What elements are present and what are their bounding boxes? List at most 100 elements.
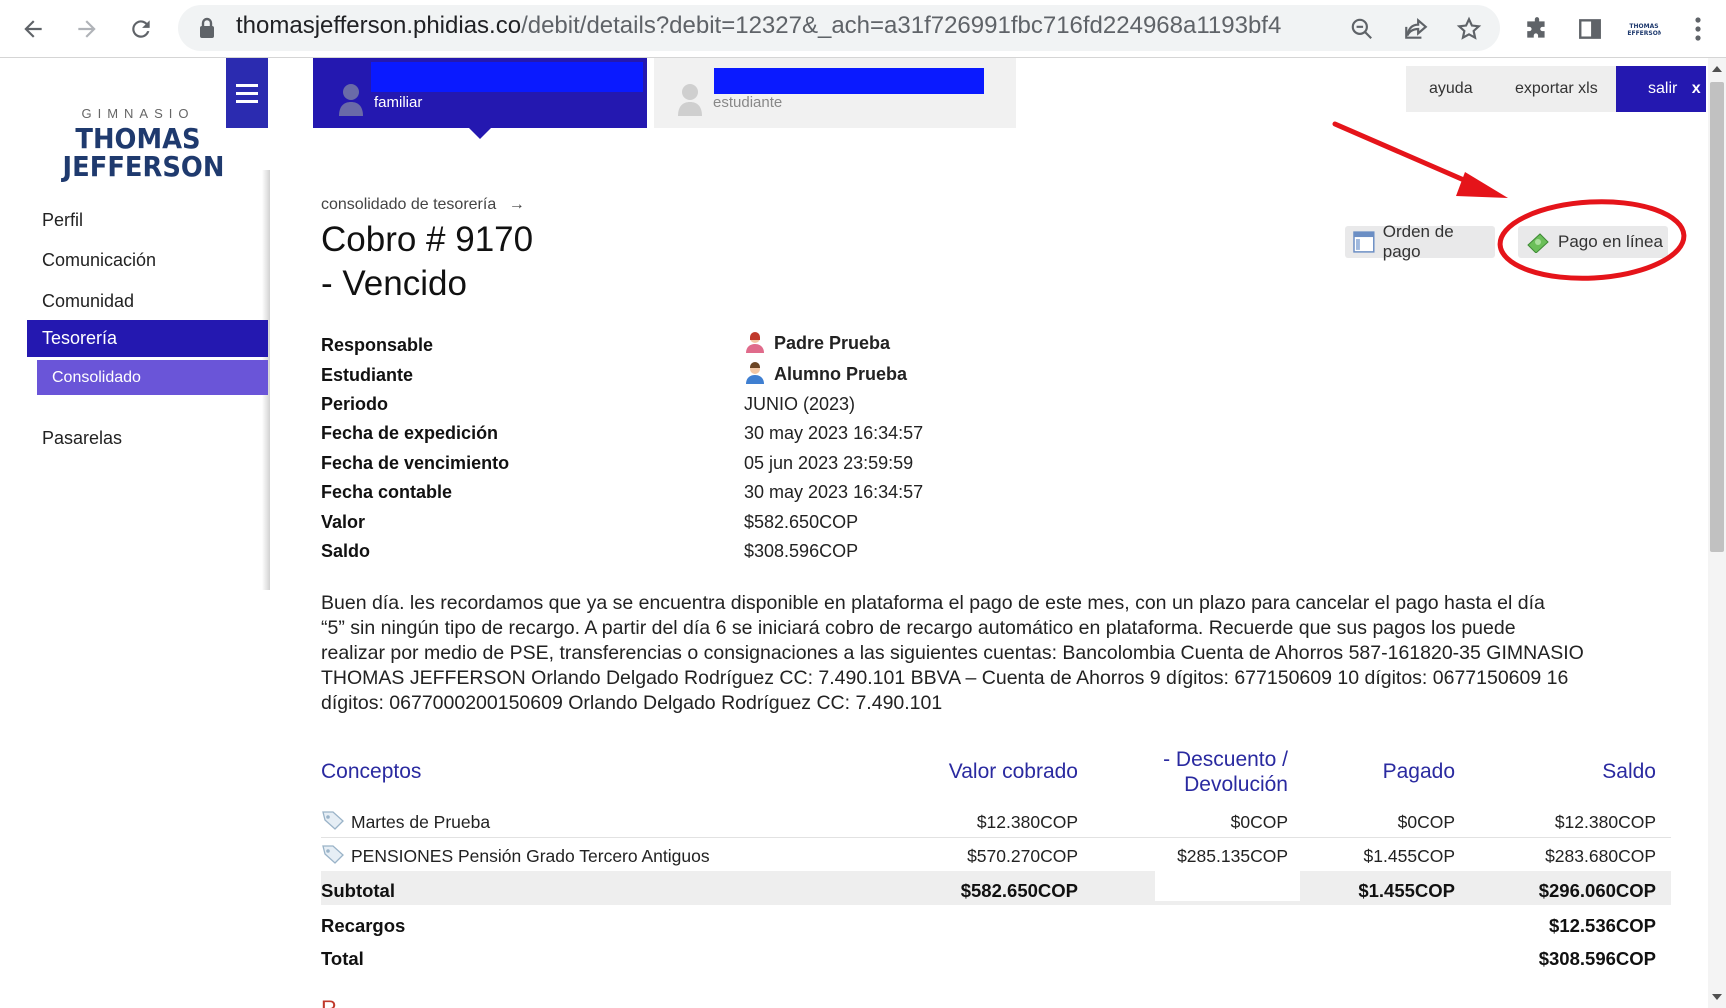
detail-value: 05 jun 2023 23:59:59 <box>744 453 914 473</box>
concept-saldo: $12.380COP <box>1554 812 1656 832</box>
extensions-icon[interactable] <box>1520 12 1554 46</box>
detail-row-periodo: Periodo JUNIO (2023) <box>321 394 855 415</box>
hamburger-menu-button[interactable] <box>226 58 268 128</box>
total-saldo: $308.596COP <box>1538 948 1656 969</box>
sidebar-subitem-consolidado[interactable]: Consolidado <box>37 360 268 395</box>
ayuda-link[interactable]: ayuda <box>1429 80 1473 98</box>
tag-icon <box>322 811 344 830</box>
detail-label: Fecha de vencimiento <box>321 453 510 473</box>
detail-value: $582.650COP <box>744 512 859 532</box>
concept-descuento: $0COP <box>1230 812 1288 832</box>
sidebar-item-comunicacion[interactable]: Comunicación <box>42 250 156 271</box>
detail-label: Responsable <box>321 335 434 355</box>
pago-en-linea-button[interactable]: Pago en línea <box>1518 226 1668 258</box>
redacted-name <box>714 68 984 94</box>
sidebar-item-perfil[interactable]: Perfil <box>42 210 83 231</box>
lock-icon[interactable] <box>198 17 216 44</box>
logo-top-text: GIMNASIO <box>81 106 195 121</box>
breadcrumb[interactable]: consolidado de tesorería → <box>321 196 525 214</box>
subtotal-saldo: $296.060COP <box>1538 880 1656 901</box>
detail-row-estudiante: Estudiante Alumno Prueba <box>321 362 907 386</box>
detail-label: Fecha contable <box>321 482 453 502</box>
tab-estudiante[interactable]: estudiante <box>654 58 1016 128</box>
message-line: realizar por medio de PSE, transferencia… <box>321 642 1584 664</box>
logo-line2: JEFFERSON <box>62 150 225 183</box>
logo-line1: THOMAS <box>75 122 201 155</box>
redacted-name <box>371 62 643 92</box>
detail-row-saldo: Saldo $308.596COP <box>321 541 858 562</box>
sidebar <box>0 58 268 1008</box>
detail-label: Saldo <box>321 541 371 561</box>
sidebar-item-tesoreria[interactable]: Tesorería <box>27 320 268 357</box>
column-header-valor-cobrado: Valor cobrado <box>948 760 1078 783</box>
user-silhouette-icon <box>339 84 363 116</box>
detail-row-fecha-expedicion: Fecha de expedición 30 may 2023 16:34:57 <box>321 423 923 444</box>
detail-label: Periodo <box>321 394 389 414</box>
detail-row-fecha-vencimiento: Fecha de vencimiento 05 jun 2023 23:59:5… <box>321 453 913 474</box>
detail-value[interactable]: Alumno Prueba <box>744 362 907 385</box>
message-line: dígitos: 0677000200150609 Orlando Delgad… <box>321 692 943 714</box>
concept-valor: $570.270COP <box>967 846 1078 866</box>
detail-row-valor: Valor $582.650COP <box>321 512 858 533</box>
message-line: Buen día. les recordamos que ya se encue… <box>321 592 1545 614</box>
exportar-xls-link[interactable]: exportar xls <box>1515 80 1598 98</box>
annotation-arrow-icon <box>1332 121 1483 190</box>
side-panel-icon[interactable] <box>1573 12 1607 46</box>
column-header-descuento: - Descuento / Devolución <box>1100 747 1288 797</box>
tab-estudiante-label: estudiante <box>713 94 783 111</box>
bookmark-star-icon[interactable] <box>1452 12 1486 46</box>
pago-en-linea-label: Pago en línea <box>1558 232 1663 251</box>
svg-text:JEFFERSON: JEFFERSON <box>1627 30 1661 37</box>
salir-button[interactable]: salir x <box>1616 66 1706 112</box>
close-icon: x <box>1691 80 1701 97</box>
concept-pagado: $1.455COP <box>1363 846 1455 866</box>
detail-value: 30 may 2023 16:34:57 <box>744 423 924 443</box>
orden-de-pago-button[interactable]: Orden de pago <box>1345 222 1495 261</box>
column-header-descuento-line2: Devolución <box>1184 773 1288 796</box>
url-text[interactable]: thomasjefferson.phidias.co/debit/details… <box>236 12 1281 40</box>
menu-kebab-icon[interactable] <box>1681 12 1715 46</box>
page-title-line1: Cobro # 9170 <box>321 220 534 259</box>
subtotal-label: Subtotal <box>321 880 395 901</box>
concept-saldo: $283.680COP <box>1545 846 1656 866</box>
debit-message: Buen día. les recordamos que ya se encue… <box>321 591 1681 716</box>
school-logo[interactable]: GIMNASIO THOMAS JEFFERSON <box>56 106 225 183</box>
document-icon <box>1353 231 1375 253</box>
concept-descuento: $285.135COP <box>1177 846 1288 866</box>
column-header-descuento-line1: - Descuento / <box>1163 748 1288 771</box>
breadcrumb-link[interactable]: consolidado de tesorería <box>321 196 496 213</box>
profile-avatar[interactable]: THOMAS JEFFERSON <box>1627 12 1661 46</box>
orden-de-pago-label: Orden de pago <box>1382 222 1454 261</box>
reload-icon[interactable] <box>124 12 158 46</box>
column-header-conceptos: Conceptos <box>321 760 422 783</box>
concept-name: PENSIONES Pensión Grado Tercero Antiguos <box>351 846 710 866</box>
detail-value[interactable]: Padre Prueba <box>744 331 890 354</box>
scrollbar-thumb[interactable] <box>1710 82 1724 552</box>
message-line: “5” sin ningún tipo de recargo. A partir… <box>321 617 1516 639</box>
detail-row-responsable: Responsable Padre Prueba <box>321 332 890 356</box>
detail-row-fecha-contable: Fecha contable 30 may 2023 16:34:57 <box>321 482 923 503</box>
column-header-pagado: Pagado <box>1382 760 1455 783</box>
subtotal-pagado: $1.455COP <box>1358 880 1455 901</box>
tag-icon <box>322 845 344 864</box>
subtotal-valor: $582.650COP <box>960 880 1078 901</box>
sidebar-item-pasarelas[interactable]: Pasarelas <box>42 428 122 449</box>
concept-pagado: $0COP <box>1397 812 1455 832</box>
salir-label: salir <box>1648 80 1678 97</box>
sidebar-item-comunidad[interactable]: Comunidad <box>42 291 134 312</box>
tab-familiar[interactable]: familiar <box>313 58 647 139</box>
detail-label: Estudiante <box>321 365 414 385</box>
concept-name: Martes de Prueba <box>351 812 491 832</box>
recargos-label: Recargos <box>321 915 406 936</box>
detail-value: 30 may 2023 16:34:57 <box>744 482 924 502</box>
person-female-icon <box>746 332 764 353</box>
detail-label: Fecha de expedición <box>321 423 499 443</box>
money-icon <box>1527 233 1549 253</box>
svg-text:THOMAS: THOMAS <box>1629 23 1658 30</box>
detail-value: JUNIO (2023) <box>744 394 856 414</box>
share-icon[interactable] <box>1399 12 1433 46</box>
zoom-icon[interactable] <box>1345 12 1379 46</box>
back-icon[interactable] <box>16 12 50 46</box>
person-male-icon <box>746 362 764 384</box>
forward-icon[interactable] <box>70 12 104 46</box>
